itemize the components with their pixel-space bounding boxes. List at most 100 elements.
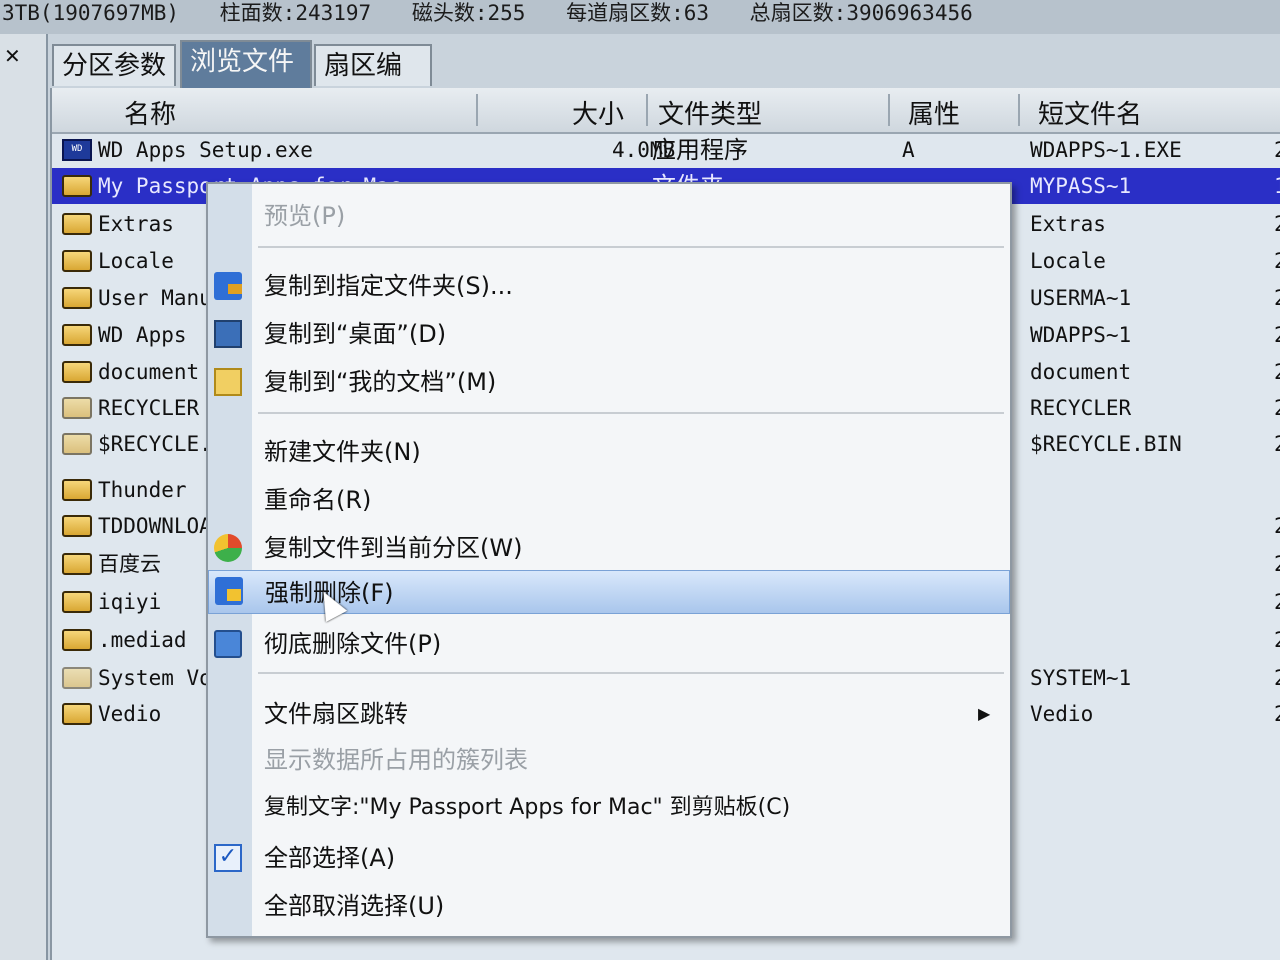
- menu-separator: [258, 672, 1004, 674]
- column-header-short-name[interactable]: 短文件名: [1038, 94, 1142, 131]
- menu-item-copy-to-desktop[interactable]: 复制到“桌面”(D): [208, 314, 1010, 354]
- disk-info-bar: 3TB(1907697MB) 柱面数:243197 磁头数:255 每道扇区数:…: [0, 0, 1280, 34]
- folder-icon: [62, 553, 92, 575]
- row-edge-mark: 2: [1274, 206, 1280, 242]
- row-edge-mark: 2: [1274, 622, 1280, 658]
- menu-item-select-all[interactable]: ✓ 全部选择(A): [208, 838, 1010, 878]
- file-attr: A: [902, 138, 915, 162]
- row-edge-mark: 2: [1274, 508, 1280, 544]
- menu-item-rename[interactable]: 重命名(R): [208, 480, 1010, 520]
- menu-item-label: 全部选择(A): [264, 844, 396, 872]
- file-short-name: document: [1030, 360, 1132, 384]
- menu-item-copy-to-partition[interactable]: 复制文件到当前分区(W): [208, 528, 1010, 568]
- file-short-name: MYPASS~1: [1030, 174, 1132, 198]
- menu-item-label: 重命名(R): [264, 486, 372, 514]
- menu-item-show-clusters[interactable]: 显示数据所占用的簇列表: [208, 740, 1010, 780]
- menu-item-preview[interactable]: 预览(P): [208, 196, 1010, 236]
- wipe-delete-icon: [214, 630, 242, 658]
- tab-sector-editor[interactable]: 扇区编辑: [314, 44, 432, 121]
- menu-item-label: 复制到“我的文档”(M): [264, 368, 497, 396]
- file-name: Thunder: [98, 478, 187, 502]
- documents-folder-icon: [214, 368, 242, 396]
- left-pane: ✕: [0, 34, 48, 960]
- menu-item-copy-to-folder[interactable]: 复制到指定文件夹(S)...: [208, 266, 1010, 306]
- menu-separator: [258, 246, 1004, 248]
- menu-item-sector-jump[interactable]: 文件扇区跳转 ▶: [208, 694, 1010, 734]
- row-edge-mark: 2: [1274, 660, 1280, 696]
- menu-item-label: 全部取消选择(U): [264, 892, 445, 920]
- menu-item-deselect-all[interactable]: 全部取消选择(U): [208, 886, 1010, 926]
- row-edge-mark: 2: [1274, 546, 1280, 582]
- row-edge-mark: 2: [1274, 132, 1280, 168]
- copy-to-folder-icon: [214, 272, 242, 300]
- folder-icon: [62, 479, 92, 501]
- row-edge-mark: 2: [1274, 243, 1280, 279]
- column-header-type[interactable]: 文件类型: [658, 94, 762, 131]
- disk-heads: 磁头数:255: [411, 1, 526, 25]
- file-short-name: USERMA~1: [1030, 286, 1132, 310]
- tab-browse-files[interactable]: 浏览文件: [180, 40, 312, 88]
- file-short-name: Locale: [1030, 249, 1106, 273]
- menu-item-label: 复制到指定文件夹(S)...: [264, 272, 513, 300]
- row-edge-mark: 2: [1274, 280, 1280, 316]
- folder-icon: [62, 515, 92, 537]
- row-edge-mark: 2: [1274, 317, 1280, 353]
- folder-icon: [62, 324, 92, 346]
- disk-sectors-per-track: 每道扇区数:63: [566, 1, 710, 25]
- menu-item-wipe-delete[interactable]: 彻底删除文件(P): [208, 624, 1010, 664]
- row-edge-mark: 2: [1274, 696, 1280, 732]
- file-name: WD Apps: [98, 323, 187, 347]
- folder-icon: [62, 629, 92, 651]
- row-edge-mark: 2: [1274, 390, 1280, 426]
- column-header-name[interactable]: 名称: [124, 94, 176, 131]
- menu-item-label: 复制文件到当前分区(W): [264, 534, 523, 562]
- folder-icon: [62, 361, 92, 383]
- menu-item-label: 预览(P): [264, 202, 346, 230]
- file-short-name: RECYCLER: [1030, 396, 1132, 420]
- disk-capacity: 3TB(1907697MB): [2, 1, 180, 25]
- column-header-attr[interactable]: 属性: [908, 94, 960, 131]
- file-name: RECYCLER: [98, 396, 200, 420]
- file-name: Vedio: [98, 702, 162, 726]
- menu-item-label: 新建文件夹(N): [264, 438, 421, 466]
- file-name: 百度云: [98, 552, 161, 576]
- folder-icon: [62, 397, 92, 419]
- tab-partition-params[interactable]: 分区参数: [52, 44, 176, 86]
- disk-total-sectors: 总扇区数:3906963456: [749, 1, 973, 25]
- menu-item-copy-to-documents[interactable]: 复制到“我的文档”(M): [208, 362, 1010, 402]
- column-header-size[interactable]: 大小: [572, 94, 624, 131]
- submenu-arrow-icon: ▶: [978, 704, 991, 723]
- file-name: Extras: [98, 212, 174, 236]
- menu-item-new-folder[interactable]: 新建文件夹(N): [208, 432, 1010, 472]
- folder-icon: [62, 667, 92, 689]
- force-delete-icon: [215, 577, 243, 605]
- folder-icon: [62, 213, 92, 235]
- file-name: Locale: [98, 249, 174, 273]
- folder-icon: [62, 175, 92, 197]
- file-name: document: [98, 360, 200, 384]
- file-short-name: Vedio: [1030, 702, 1094, 726]
- partition-pie-icon: [214, 534, 242, 562]
- file-short-name: SYSTEM~1: [1030, 666, 1132, 690]
- close-icon[interactable]: ✕: [4, 44, 21, 68]
- row-edge-mark: 2: [1274, 354, 1280, 390]
- row-edge-mark: 2: [1274, 426, 1280, 462]
- menu-separator: [258, 412, 1004, 414]
- file-list-header: 名称 大小 文件类型 属性 短文件名: [52, 88, 1280, 134]
- file-short-name: WDAPPS~1: [1030, 323, 1132, 347]
- folder-icon: [62, 287, 92, 309]
- menu-item-label: 文件扇区跳转: [264, 700, 408, 728]
- file-short-name: WDAPPS~1.EXE: [1030, 138, 1182, 162]
- file-short-name: $RECYCLE.BIN: [1030, 432, 1182, 456]
- menu-item-label: 复制文字:"My Passport Apps for Mac" 到剪贴板(C): [264, 795, 791, 820]
- file-type: 应用程序: [652, 136, 748, 164]
- folder-icon: [62, 250, 92, 272]
- context-menu: 预览(P) 复制到指定文件夹(S)... 复制到“桌面”(D) 复制到“我的文档…: [206, 182, 1012, 938]
- menu-item-label: 彻底删除文件(P): [264, 630, 442, 658]
- file-row[interactable]: WD WD Apps Setup.exe 4.0MB 应用程序 A WDAPPS…: [52, 132, 1280, 168]
- disk-cylinders: 柱面数:243197: [219, 1, 372, 25]
- folder-icon: [62, 703, 92, 725]
- folder-icon: [62, 591, 92, 613]
- menu-item-copy-text[interactable]: 复制文字:"My Passport Apps for Mac" 到剪贴板(C): [208, 788, 1010, 828]
- row-edge-mark: 1: [1274, 168, 1280, 204]
